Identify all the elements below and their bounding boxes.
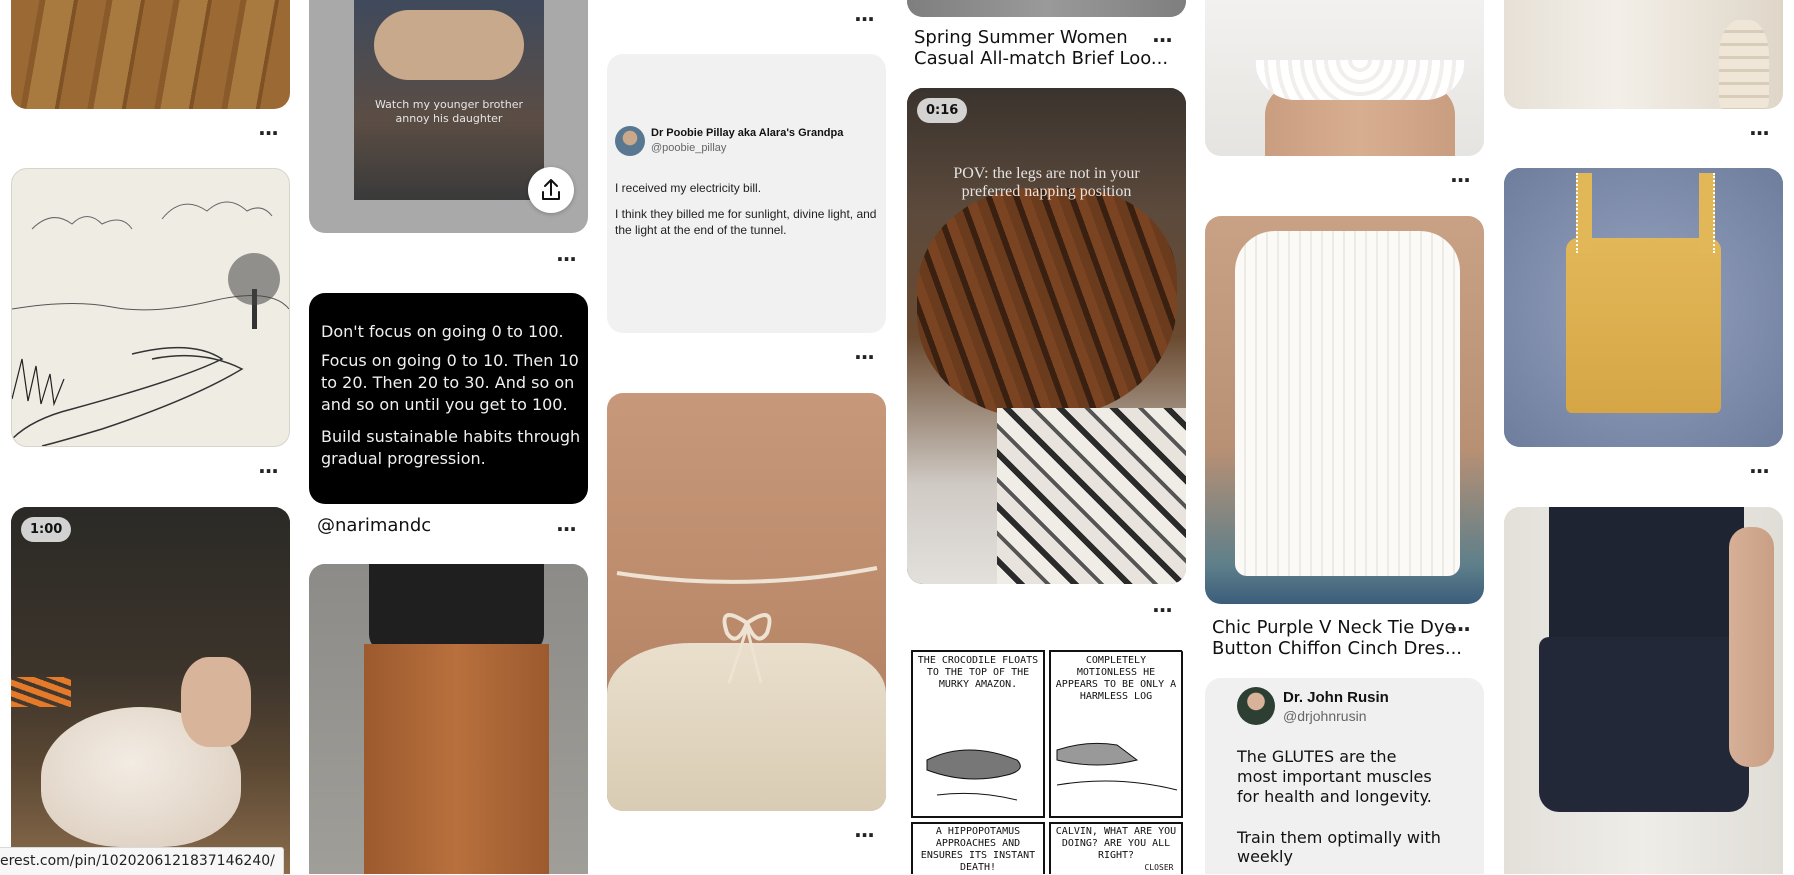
pin-river-sketch[interactable] bbox=[11, 168, 290, 447]
pin-options-button[interactable] bbox=[848, 825, 880, 845]
tweet-text: I think they billed me for sunlight, div… bbox=[615, 207, 877, 237]
plaid-blanket-shape bbox=[997, 408, 1186, 584]
comic-caption: CLOSER bbox=[1144, 863, 1174, 872]
pin-title-line: Button Chiffon Cinch Dres... bbox=[1212, 638, 1463, 659]
pin-author-name[interactable]: @narimandc bbox=[317, 515, 431, 536]
pin-title[interactable]: Chic Purple V Neck Tie Dye Button Chiffo… bbox=[1212, 617, 1462, 659]
pin-brother-video[interactable]: Watch my younger brother annoy his daugh… bbox=[309, 0, 588, 233]
tweet-text: Train them optimally with weekly bbox=[1237, 828, 1441, 866]
wood-floor-image bbox=[11, 0, 290, 109]
pin-brown-pants[interactable] bbox=[309, 564, 588, 874]
pin-title-line: Spring Summer Women bbox=[914, 27, 1128, 48]
tweet-text: most important muscles bbox=[1237, 767, 1432, 786]
tweet-author-name: Dr. John Rusin bbox=[1283, 689, 1389, 706]
navy-top-shape bbox=[1549, 507, 1744, 647]
pin-navy-shorts[interactable] bbox=[1504, 507, 1783, 874]
pin-options-button[interactable] bbox=[1743, 123, 1775, 143]
river-sketch-image bbox=[12, 201, 289, 446]
pin-white-top[interactable] bbox=[1205, 216, 1484, 604]
pin-options-button[interactable] bbox=[550, 249, 582, 269]
pin-yellow-top[interactable] bbox=[1504, 168, 1783, 447]
tweet-author-handle: @drjohnrusin bbox=[1283, 708, 1367, 724]
hand-shape bbox=[181, 657, 251, 747]
video-caption-line: preferred napping position bbox=[961, 183, 1132, 200]
pin-title[interactable]: Spring Summer Women Casual All-match Bri… bbox=[914, 27, 1168, 69]
pin-glutes-card[interactable]: Dr. John Rusin @drjohnrusin The GLUTES a… bbox=[1205, 678, 1484, 874]
pin-title-line: Chic Purple V Neck Tie Dye bbox=[1212, 617, 1456, 638]
comic-caption: COMPLETELY MOTIONLESS HE APPEARS TO BE O… bbox=[1055, 655, 1177, 702]
pin-options-button[interactable] bbox=[848, 9, 880, 29]
brother-video-image: Watch my younger brother annoy his daugh… bbox=[354, 0, 544, 200]
video-caption-line: Watch my younger brother bbox=[375, 98, 523, 111]
video-duration-badge: 1:00 bbox=[21, 517, 72, 542]
camisole-shape bbox=[1566, 238, 1721, 413]
status-bar-url: erest.com/pin/1020206121837146240/ bbox=[0, 847, 284, 875]
ruffle-shape bbox=[1255, 60, 1465, 100]
quote-paragraph: Don't focus on going 0 to 100. bbox=[321, 322, 564, 341]
spring-summer-image bbox=[907, 0, 1186, 17]
brown-trousers-shape bbox=[364, 644, 549, 874]
pin-options-button[interactable] bbox=[1444, 619, 1476, 639]
tweet-author-handle: @poobie_pillay bbox=[651, 142, 727, 154]
pin-options-button[interactable] bbox=[1146, 30, 1178, 50]
tie-bow-shape bbox=[616, 566, 878, 684]
pin-options-button[interactable] bbox=[252, 123, 284, 143]
share-button[interactable] bbox=[528, 167, 574, 213]
pin-tweet-card[interactable]: Dr Poobie Pillay aka Alara's Grandpa @po… bbox=[607, 54, 886, 333]
pin-spring-summer[interactable] bbox=[907, 0, 1186, 17]
tweet-author-name: Dr Poobie Pillay aka Alara's Grandpa bbox=[651, 127, 844, 139]
share-icon bbox=[542, 179, 560, 200]
pin-linen-room[interactable] bbox=[1504, 0, 1783, 109]
arms-shape bbox=[374, 10, 524, 80]
tweet-text: I received my electricity bill. bbox=[615, 181, 762, 195]
lamp-shape bbox=[1719, 20, 1769, 109]
pin-chicken-video[interactable]: 1:00 bbox=[11, 507, 290, 874]
blouse-shape bbox=[1235, 231, 1460, 576]
carrots-shape bbox=[11, 677, 71, 707]
comic-caption: A HIPPOPOTAMUS APPROACHES AND ENSURES IT… bbox=[920, 826, 1036, 873]
pin-options-button[interactable] bbox=[1146, 600, 1178, 620]
video-duration-badge: 0:16 bbox=[917, 98, 968, 123]
pin-options-button[interactable] bbox=[550, 519, 582, 539]
strap-right-shape bbox=[1699, 173, 1715, 253]
strap-left-shape bbox=[1576, 173, 1592, 253]
pin-options-button[interactable] bbox=[252, 461, 284, 481]
tweet-text: The GLUTES are the bbox=[1237, 747, 1397, 766]
comic-caption: THE CROCODILE FLOATS TO THE TOP OF THE M… bbox=[917, 655, 1039, 690]
pin-options-button[interactable] bbox=[848, 347, 880, 367]
pin-backless-top[interactable] bbox=[607, 393, 886, 811]
pin-dog-video[interactable]: 0:16 POV: the legs are not in your prefe… bbox=[907, 88, 1186, 584]
pin-wood-floor[interactable] bbox=[11, 0, 290, 109]
pin-title-line: Casual All-match Brief Loo... bbox=[914, 48, 1169, 69]
pin-quote-card[interactable]: Don't focus on going 0 to 100. Focus on … bbox=[309, 293, 588, 504]
navy-shorts-shape bbox=[1539, 637, 1749, 812]
video-caption-line: POV: the legs are not in your bbox=[953, 165, 1140, 182]
black-shirt-shape bbox=[369, 564, 544, 654]
tweet-text: for health and longevity. bbox=[1237, 787, 1432, 806]
dog-shape bbox=[917, 188, 1177, 418]
avatar bbox=[615, 126, 645, 156]
comic-caption: CALVIN, WHAT ARE YOU DOING? ARE YOU ALL … bbox=[1055, 826, 1177, 861]
quote-paragraph: Build sustainable habits through gradual… bbox=[321, 427, 581, 468]
pin-options-button[interactable] bbox=[1444, 170, 1476, 190]
arm-shape bbox=[1729, 527, 1774, 767]
avatar bbox=[1237, 687, 1275, 725]
pin-comic-strip[interactable]: THE CROCODILE FLOATS TO THE TOP OF THE M… bbox=[907, 645, 1186, 874]
pin-options-button[interactable] bbox=[1743, 461, 1775, 481]
video-caption-line: annoy his daughter bbox=[395, 112, 503, 125]
pin-white-shorts[interactable] bbox=[1205, 0, 1484, 156]
quote-paragraph: Focus on going 0 to 10. Then 10 to 20. T… bbox=[321, 351, 579, 414]
